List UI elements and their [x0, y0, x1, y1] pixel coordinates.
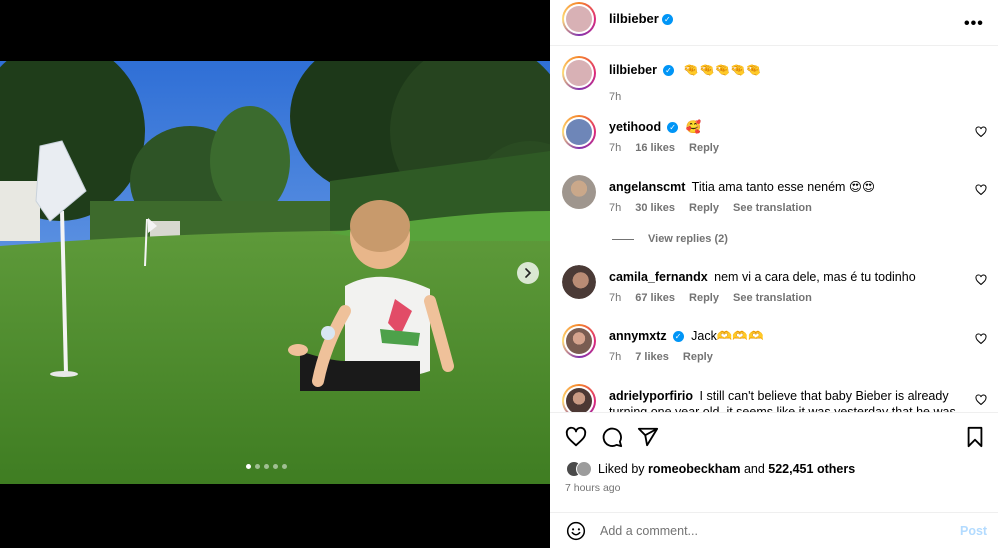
commenter-avatar[interactable]	[562, 384, 596, 412]
carousel-next-button[interactable]	[517, 262, 539, 284]
comment-like-count[interactable]: 7 likes	[635, 351, 669, 363]
verified-badge-icon: ✓	[661, 14, 673, 25]
comment-like-count[interactable]: 67 likes	[635, 292, 675, 304]
comment-username[interactable]: camila_fernandx	[609, 270, 708, 284]
more-options-icon[interactable]: •••	[964, 15, 984, 33]
comment-username[interactable]: annymxtz	[609, 329, 667, 343]
view-replies-label[interactable]: View replies (2)	[648, 233, 728, 245]
caption-time[interactable]: 7h	[609, 91, 621, 103]
post-comment-button[interactable]: Post	[960, 524, 987, 538]
liked-by-user-link[interactable]: romeobeckham	[648, 462, 740, 476]
share-paper-plane-icon[interactable]	[637, 426, 659, 448]
like-comment-heart-icon[interactable]	[975, 274, 987, 286]
liked-by-text: Liked by romeobeckham and 522,451 others	[598, 462, 855, 476]
liked-by-and: and	[743, 462, 765, 476]
emoji-picker-icon[interactable]	[566, 521, 586, 541]
comment-body: Jack🫶🫶🫶	[691, 329, 764, 343]
author-username[interactable]: lilbieber	[609, 11, 659, 26]
like-comment-heart-icon[interactable]	[975, 333, 987, 345]
add-comment-input[interactable]	[600, 522, 920, 540]
save-bookmark-icon[interactable]	[964, 426, 986, 448]
reply-button[interactable]: Reply	[689, 292, 719, 304]
comment-like-count[interactable]: 16 likes	[635, 142, 675, 154]
commenter-avatar[interactable]	[562, 115, 596, 149]
comment-bubble-icon[interactable]	[601, 426, 623, 448]
post-timestamp[interactable]: 7 hours ago	[565, 482, 620, 494]
comment-username[interactable]: angelanscmt	[609, 180, 685, 194]
liked-by-others-link[interactable]: 522,451 others	[768, 462, 855, 476]
liked-by-summary: Liked by romeobeckham and 522,451 others	[566, 461, 855, 477]
like-comment-heart-icon[interactable]	[975, 394, 987, 406]
reply-button[interactable]: Reply	[689, 202, 719, 214]
liked-by-prefix: Liked by	[598, 462, 645, 476]
comment-text: yetihood ✓ 🥰	[609, 119, 969, 135]
like-comment-heart-icon[interactable]	[975, 126, 987, 138]
comment-body: nem vi a cara dele, mas é tu todinho	[714, 270, 916, 284]
comment-meta: 7h 7 likes Reply	[609, 351, 713, 363]
carousel-dot	[264, 464, 269, 469]
post-dialog: lilbieber ✓ ••• lilbieber ✓ 🤏🤏🤏🤏🤏 7h yet…	[0, 0, 998, 548]
author-avatar[interactable]	[562, 2, 596, 36]
reply-button[interactable]: Reply	[683, 351, 713, 363]
caption-text: lilbieber ✓ 🤏🤏🤏🤏🤏	[609, 62, 969, 78]
like-heart-icon[interactable]	[565, 426, 587, 448]
caption-body: 🤏🤏🤏🤏🤏	[683, 63, 762, 77]
comment-username[interactable]: yetihood	[609, 120, 661, 134]
author-avatar[interactable]	[562, 56, 596, 90]
carousel-dot	[246, 464, 251, 469]
caption-meta: 7h	[609, 91, 621, 103]
comment-time[interactable]: 7h	[609, 142, 621, 154]
verified-badge-icon: ✓	[662, 65, 674, 76]
commenter-avatar[interactable]	[562, 265, 596, 299]
comment-username[interactable]: adrielyporfirio	[609, 389, 693, 403]
post-media	[0, 0, 550, 548]
see-translation-button[interactable]: See translation	[733, 292, 812, 304]
post-side-panel: lilbieber ✓ ••• lilbieber ✓ 🤏🤏🤏🤏🤏 7h yet…	[550, 0, 998, 548]
carousel-dot	[273, 464, 278, 469]
comment-text: annymxtz ✓ Jack🫶🫶🫶	[609, 328, 969, 344]
comment-body: 🥰	[685, 120, 702, 134]
comment-text: angelanscmt Titia ama tanto esse neném 😍…	[609, 179, 969, 195]
comment-text: camila_fernandx nem vi a cara dele, mas …	[609, 269, 969, 285]
comment-meta: 7h 16 likes Reply	[609, 142, 719, 154]
carousel-dot	[255, 464, 260, 469]
commenter-avatar[interactable]	[562, 175, 596, 209]
caption-username[interactable]: lilbieber	[609, 63, 657, 77]
chevron-right-icon	[525, 268, 532, 278]
post-photo	[0, 61, 550, 484]
comment-time[interactable]: 7h	[609, 202, 621, 214]
comment-body: Titia ama tanto esse neném 😍😍	[691, 180, 875, 194]
like-comment-heart-icon[interactable]	[975, 184, 987, 196]
see-translation-button[interactable]: See translation	[733, 202, 812, 214]
add-comment-bar: Post	[550, 512, 998, 548]
comment-meta: 7h 30 likes Reply See translation	[609, 202, 812, 214]
carousel-indicator	[246, 464, 287, 469]
liker-avatar[interactable]	[576, 461, 592, 477]
comments-list[interactable]: lilbieber ✓ 🤏🤏🤏🤏🤏 7h yetihood ✓ 🥰 7h 16 …	[550, 47, 998, 412]
author-username-link[interactable]: lilbieber ✓	[609, 11, 673, 26]
view-replies-button[interactable]: View replies (2)	[612, 233, 728, 245]
comment-meta: 7h 67 likes Reply See translation	[609, 292, 812, 304]
commenter-avatar[interactable]	[562, 324, 596, 358]
comment-text: adrielyporfirio I still can't believe th…	[609, 388, 969, 412]
comment-time[interactable]: 7h	[609, 292, 621, 304]
post-header: lilbieber ✓ •••	[550, 0, 998, 46]
verified-badge-icon: ✓	[667, 122, 679, 133]
comment-time[interactable]: 7h	[609, 351, 621, 363]
comment-like-count[interactable]: 30 likes	[635, 202, 675, 214]
carousel-dot	[282, 464, 287, 469]
reply-button[interactable]: Reply	[689, 142, 719, 154]
verified-badge-icon: ✓	[672, 331, 684, 342]
view-replies-divider	[612, 238, 634, 240]
